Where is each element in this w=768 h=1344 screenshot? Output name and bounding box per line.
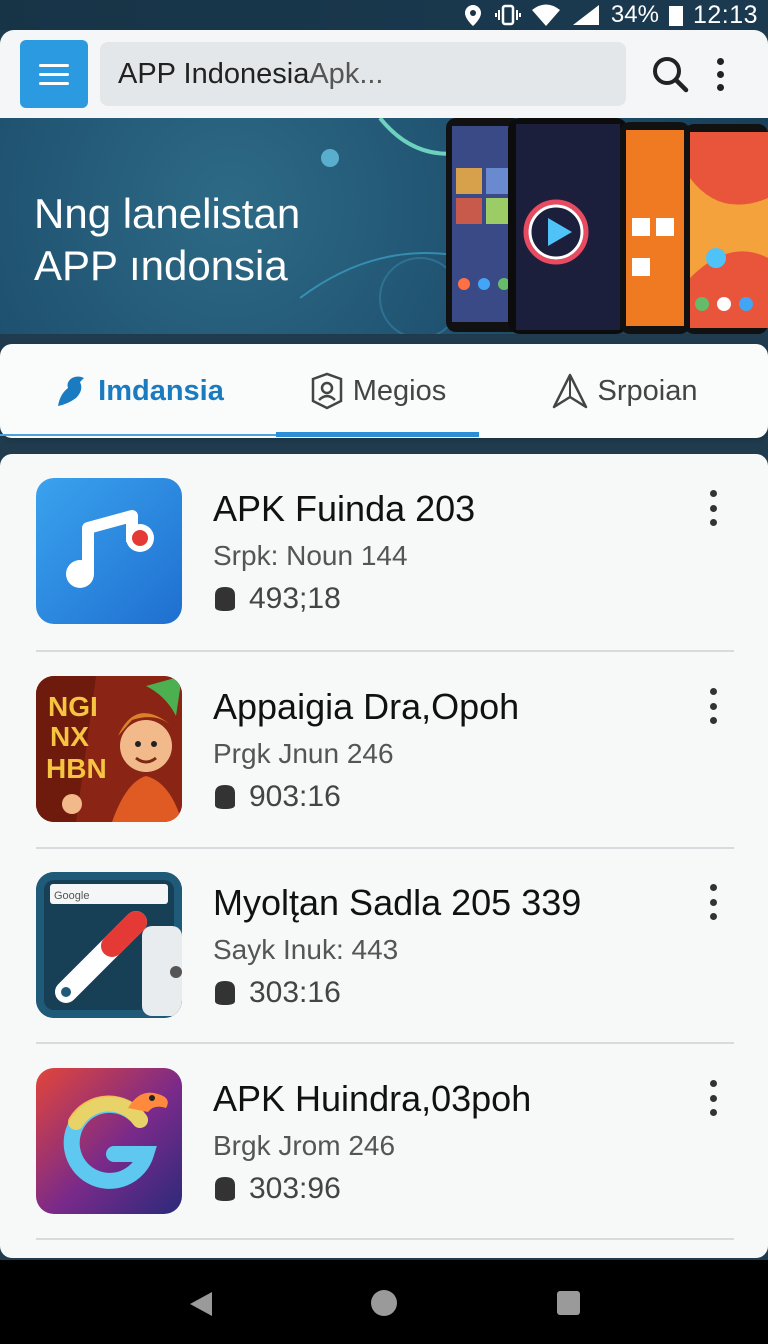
app-title: APK Fuinda 203: [213, 488, 476, 529]
app-subtitle: Sayk Inuk: 443: [213, 934, 399, 965]
status-bar: 34% 12:13: [0, 0, 768, 30]
shield-icon: [215, 785, 235, 809]
back-icon[interactable]: [188, 1290, 214, 1318]
hamburger-icon: [39, 63, 69, 67]
app-title: Appaigia Dra,Opoh: [213, 686, 520, 727]
tab-label: Imdansia: [98, 374, 224, 407]
clock: 12:13: [692, 0, 758, 29]
more-vert-icon: [709, 884, 717, 891]
item-more-button[interactable]: [702, 688, 724, 724]
banner-title: Nng lanelistan APP ındonsia: [34, 188, 300, 292]
app-subtitle: Srpk: Noun 144: [213, 540, 408, 571]
tab-indonesia[interactable]: Imdansia: [0, 344, 276, 438]
item-more-button[interactable]: [702, 490, 724, 526]
battery-percent: 34%: [610, 1, 659, 28]
tab-indicator: [276, 432, 479, 437]
app-meta: 303:16: [213, 976, 341, 1010]
browser-tool-icon: Google: [36, 872, 182, 1018]
bird-icon: [58, 376, 85, 406]
system-nav-bar: [0, 1260, 768, 1344]
shield-icon: [215, 1177, 235, 1201]
send-icon: [552, 373, 587, 409]
vibrate-icon: [494, 4, 521, 26]
search-text: APP Indonesia: [118, 57, 310, 90]
tab-label: Megios: [352, 374, 447, 407]
icon-text-3: HBN: [46, 753, 107, 784]
battery-icon: [668, 6, 683, 26]
location-icon: [464, 5, 481, 26]
list-item[interactable]: Google Myolt̨an Sadla 205 339 Sayk Inuk:…: [0, 848, 768, 1044]
item-more-button[interactable]: [702, 1080, 724, 1116]
search-button[interactable]: [648, 52, 692, 96]
tab-label: Srpoian: [597, 374, 698, 407]
search-placeholder: Apk...: [309, 57, 384, 90]
icon-text-1: NGI: [48, 691, 98, 722]
tab-megios[interactable]: Megios: [276, 344, 479, 438]
divider: [36, 1238, 734, 1240]
more-vert-icon: [709, 1080, 717, 1087]
app-meta-value: 303:96: [249, 1172, 341, 1205]
banner-line-2: APP ındonsia: [34, 242, 288, 289]
app-bar: APP Indonesia Apk...: [0, 30, 768, 118]
badge-icon: [311, 372, 342, 410]
more-options-button[interactable]: [710, 52, 730, 96]
list-item[interactable]: APK Fuinda 203 Srpk: Noun 144 493;18: [0, 454, 768, 650]
shield-icon: [215, 587, 235, 611]
list-item[interactable]: APK Huindra,03poh Brgk Jrom 246 303:96: [0, 1044, 768, 1240]
icon-text: Google: [54, 890, 89, 902]
g-letter-app-icon: [36, 1068, 182, 1214]
cartoon-game-icon: NGI NX HBN: [36, 676, 182, 822]
home-icon[interactable]: [371, 1290, 397, 1316]
shield-icon: [215, 981, 235, 1005]
item-more-button[interactable]: [702, 884, 724, 920]
music-app-icon: [36, 478, 182, 624]
app-subtitle: Prgk Jnun 246: [213, 738, 394, 769]
promo-banner[interactable]: Nng lanelistan APP ındonsia: [0, 118, 768, 334]
wifi-icon: [531, 4, 560, 26]
menu-button[interactable]: [20, 40, 88, 108]
tab-divider: [0, 434, 276, 436]
more-vert-icon: [709, 688, 717, 695]
signal-icon: [572, 5, 599, 25]
banner-line-1: Nng lanelistan: [34, 190, 301, 237]
app-meta: 903:16: [213, 780, 341, 814]
app-meta-value: 903:16: [249, 780, 341, 813]
list-item[interactable]: NGI NX HBN Appaigia Dra,Opoh Prgk Jnun 2…: [0, 652, 768, 848]
more-vert-icon: [716, 57, 724, 65]
app-meta: 303:96: [213, 1172, 341, 1206]
more-vert-icon: [709, 490, 717, 497]
app-meta-value: 303:16: [249, 976, 341, 1009]
icon-text-2: NX: [50, 721, 89, 752]
recent-apps-icon[interactable]: [557, 1291, 580, 1315]
app-meta-value: 493;18: [249, 582, 341, 615]
app-meta: 493;18: [213, 582, 341, 616]
app-title: Myolt̨an Sadla 205 339: [213, 882, 582, 923]
tab-srpoian[interactable]: Srpoian: [479, 344, 768, 438]
app-list: APK Fuinda 203 Srpk: Noun 144 493;18 NGI…: [0, 454, 768, 1258]
app-subtitle: Brgk Jrom 246: [213, 1130, 396, 1161]
search-input[interactable]: APP Indonesia Apk...: [100, 42, 626, 106]
app-title: APK Huindra,03poh: [213, 1078, 532, 1119]
search-icon: [653, 57, 689, 93]
category-tabs: Imdansia Megios Srpoian: [0, 344, 768, 438]
